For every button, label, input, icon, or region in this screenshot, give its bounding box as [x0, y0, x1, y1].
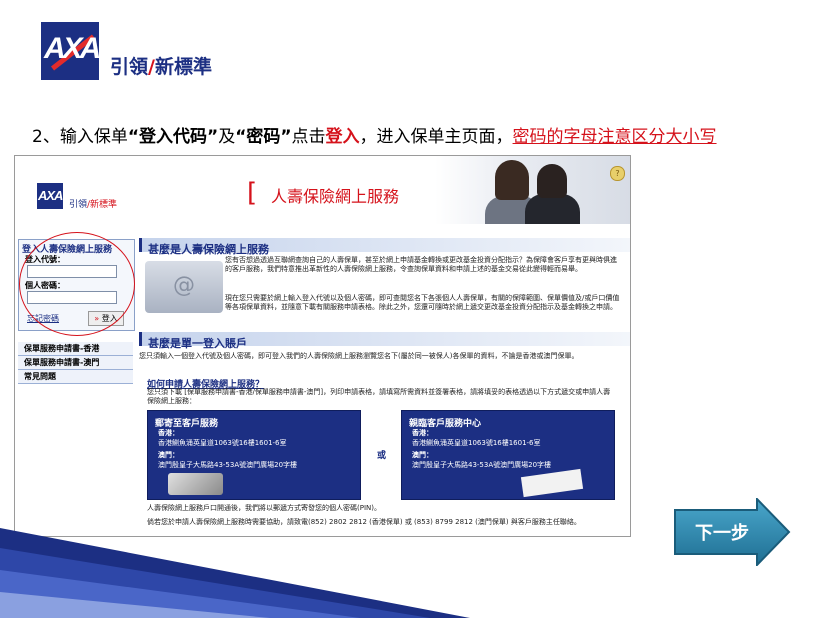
panel-mail-hk-label: 香港： — [158, 429, 179, 437]
nav-item-faq[interactable]: 常見問題 — [18, 370, 133, 384]
slide-tagline: 引領/新標準 — [110, 56, 212, 78]
banner-person-head-icon — [495, 160, 529, 200]
nav-item-form-macau[interactable]: 保單服務申請書-澳門 — [18, 356, 133, 370]
nav-item-form-hk[interactable]: 保單服務申請書-香港 — [18, 342, 133, 356]
embedded-screenshot: AXA 引領/新標準 [ 人壽保險網上服務 ? 登入人壽保險網上服務 登入代號：… — [14, 155, 631, 537]
or-text: 或 — [377, 451, 387, 461]
help-coin-icon[interactable]: ? — [610, 166, 625, 181]
section-what-is-online-service: 甚麼是人壽保險網上服務 — [139, 238, 630, 256]
panel-visit-hk-addr: 香港鰂魚涌英皇道1063號16樓1601-6室 — [412, 439, 541, 447]
next-button-label: 下一步 — [695, 523, 749, 544]
screenshot-tagline: 引領/新標準 — [69, 200, 118, 210]
panel-mail: 郵寄至客戶服務 香港： 香港鰂魚涌英皇道1063號16樓1601-6室 澳門： … — [147, 410, 361, 500]
panel-visit-hk-label: 香港： — [412, 429, 433, 437]
mailbox-icon — [168, 473, 223, 495]
howto-text: 您只須下載 [保單服務申請書-香港/保單服務申請書-澳門]，列印申請表格，請填寫… — [147, 388, 611, 405]
section1-paragraph-2: 現在您只需要於網上輸入登入代號以及個人密碼，即可查閱您名下各張個人人壽保單，有關… — [225, 294, 620, 311]
banner-person-head-icon — [537, 164, 567, 198]
screenshot-page-title: 人壽保險網上服務 — [271, 187, 400, 206]
panel-mail-mo-addr: 澳門殷皇子大馬路43-53A號澳門廣場20字樓 — [158, 461, 298, 469]
screenshot-axa-logo: AXA — [37, 183, 63, 209]
section-single-login: 甚麼是單一登入賬戶 — [139, 332, 630, 350]
next-button[interactable]: 下一步 — [673, 498, 791, 566]
title-bracket-icon: [ — [247, 178, 258, 208]
instruction-text: 2、输入保单“登入代码”及“密码”点击登入，进入保单主页面，密码的字母注意区分大… — [32, 127, 717, 147]
panel-visit-title: 親臨客戶服務中心 — [409, 419, 482, 429]
axa-logo: AXA — [41, 22, 101, 80]
panel-mail-mo-label: 澳門： — [158, 451, 179, 459]
section1-paragraph-1: 您有否想過透過互聯網查詢自己的人壽保單，甚至於網上申請基金轉換或更改基金投資分配… — [225, 256, 617, 273]
decorative-wedge — [0, 528, 470, 618]
panel-mail-title: 郵寄至客戶服務 — [155, 419, 219, 429]
panel-visit-mo-label: 澳門： — [412, 451, 433, 459]
envelope-icon — [520, 468, 584, 498]
axa-logo-text: AXA — [44, 32, 101, 65]
folder-icon: @ — [145, 261, 223, 313]
left-nav: 保單服務申請書-香港 保單服務申請書-澳門 常見問題 — [18, 342, 133, 384]
banner-person-icon — [525, 194, 580, 224]
section2-paragraph-1: 您只須輸入一個登入代號及個人密碼，即可登入我們的人壽保險網上服務瀏覽您名下(屬於… — [139, 352, 579, 360]
panel-mail-hk-addr: 香港鰂魚涌英皇道1063號16樓1601-6室 — [158, 439, 287, 447]
highlight-circle — [19, 232, 135, 336]
panel-visit: 親臨客戶服務中心 香港： 香港鰂魚涌英皇道1063號16樓1601-6室 澳門：… — [401, 410, 615, 500]
